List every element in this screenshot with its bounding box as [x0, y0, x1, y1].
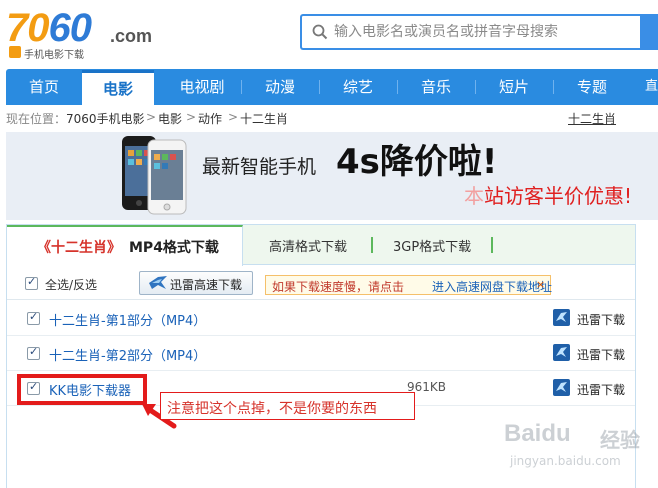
tab-mp4[interactable]: 《十二生肖》 MP4格式下载: [7, 225, 243, 266]
watermark-cn: 经验: [600, 428, 640, 452]
tab-mp4-label: MP4格式下载: [129, 240, 219, 256]
format-tabs: 《十二生肖》 MP4格式下载 高清格式下载 3GP格式下载: [7, 225, 635, 266]
xunlei-icon[interactable]: [553, 309, 570, 326]
nav-item-variety[interactable]: 综艺: [320, 69, 396, 105]
tab-3gp[interactable]: 3GP格式下载: [393, 236, 471, 255]
xunlei-fast-download-button[interactable]: 迅雷高速下载: [139, 271, 253, 295]
xunlei-bird-icon: [149, 276, 167, 289]
tab-hd[interactable]: 高清格式下载: [269, 236, 347, 255]
smartphone-image: [122, 136, 187, 215]
breadcrumb-prefix: 现在位置：: [6, 112, 67, 126]
nav-item-tv[interactable]: 电视剧: [164, 69, 240, 105]
tab-divider: [491, 237, 493, 253]
search-input[interactable]: [334, 16, 634, 48]
file-row: 十二生肖-第2部分（MP4） 迅雷下载: [7, 336, 635, 371]
tab-mp4-title: 《十二生肖》: [37, 240, 121, 256]
breadcrumb-item-movies[interactable]: 电影: [158, 110, 182, 127]
site-logo[interactable]: 7060 .com 手机电影下载: [6, 6, 153, 61]
file-checkbox[interactable]: [27, 310, 40, 325]
select-all-label[interactable]: 全选/反选: [45, 276, 97, 293]
notice-text: 如果下载速度慢，请点击: [272, 280, 405, 294]
nav-item-music[interactable]: 音乐: [398, 69, 474, 105]
site-header: 7060 .com 手机电影下载: [0, 0, 658, 66]
banner-offer: 本站访客半价优惠!: [464, 184, 633, 208]
breadcrumb: 现在位置： 7060手机电影 > 电影 > 动作 > 十二生肖 十二生肖: [6, 108, 658, 128]
xunlei-download-link[interactable]: 迅雷下载: [577, 346, 625, 363]
file-name-link[interactable]: 十二生肖-第1部分（MP4）: [49, 310, 206, 329]
netdisk-download-link[interactable]: 进入高速网盘下载地址: [432, 278, 552, 295]
tab-divider: [371, 237, 373, 253]
breadcrumb-separator: >: [186, 110, 197, 124]
nav-item-movies[interactable]: 电影: [82, 70, 154, 106]
search-box: [300, 14, 658, 50]
nav-item-anime[interactable]: 动漫: [242, 69, 318, 105]
search-icon: [312, 24, 328, 40]
xunlei-download-link[interactable]: 迅雷下载: [577, 381, 625, 398]
xunlei-download-link[interactable]: 迅雷下载: [577, 311, 625, 328]
logo-tagline: 手机电影下载: [24, 50, 84, 61]
select-all-checkbox[interactable]: [25, 275, 38, 290]
slow-download-notice: 如果下载速度慢，请点击 进入高速网盘下载地址 ×: [265, 275, 552, 295]
close-icon[interactable]: ×: [536, 278, 545, 291]
nav-item-live[interactable]: 直播: [630, 69, 658, 105]
phone-icon: [9, 46, 21, 58]
xunlei-button-label: 迅雷高速下载: [170, 278, 243, 292]
nav-item-shorts[interactable]: 短片: [476, 69, 552, 105]
annotation-text: 注意把这个点掉，不是你要的东西: [167, 401, 377, 417]
xunlei-icon[interactable]: [553, 344, 570, 361]
watermark: Baidu 经验 jingyan.baidu.com: [500, 418, 650, 482]
nav-item-topics[interactable]: 专题: [554, 69, 630, 105]
file-row: 十二生肖-第1部分（MP4） 迅雷下载: [7, 301, 635, 336]
logo-domain-suffix: .com: [110, 26, 153, 46]
breadcrumb-item-action[interactable]: 动作: [198, 110, 222, 127]
annotation-callout: 注意把这个点掉，不是你要的东西: [160, 392, 415, 420]
breadcrumb-separator: >: [228, 110, 239, 124]
breadcrumb-item-current: 十二生肖: [240, 112, 289, 126]
breadcrumb-separator: >: [146, 110, 157, 124]
search-button[interactable]: [640, 14, 658, 50]
highlight-box: [17, 374, 147, 405]
breadcrumb-right-link[interactable]: 十二生肖: [568, 110, 616, 127]
watermark-url: jingyan.baidu.com: [510, 454, 621, 468]
xunlei-icon[interactable]: [553, 379, 570, 396]
watermark-brand: Baidu: [504, 420, 571, 447]
file-name-link[interactable]: 十二生肖-第2部分（MP4）: [49, 345, 206, 364]
banner-headline: 最新智能手机: [202, 156, 317, 178]
logo-wordmark: 7060: [6, 6, 92, 50]
file-checkbox[interactable]: [27, 345, 40, 360]
main-nav: 首页 电影 电视剧 动漫 综艺 音乐 短片 专题 直播: [6, 69, 658, 106]
download-toolbar: 全选/反选 迅雷高速下载 如果下载速度慢，请点击 进入高速网盘下载地址 ×: [7, 266, 635, 300]
breadcrumb-item-site[interactable]: 7060手机电影: [66, 110, 145, 127]
nav-item-home[interactable]: 首页: [6, 69, 82, 105]
ad-banner[interactable]: 最新智能手机 4s降价啦! 本站访客半价优惠!: [6, 132, 658, 220]
banner-price-drop: 4s降价啦!: [336, 142, 498, 182]
